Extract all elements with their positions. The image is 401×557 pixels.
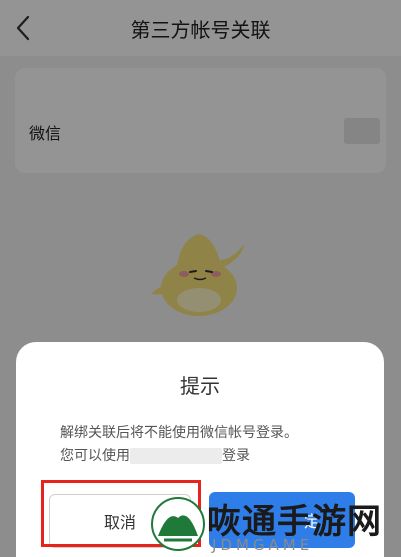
watermark-subtitle: JDMGAME: [212, 536, 314, 554]
blurred-account: [130, 448, 222, 464]
watermark-logo-icon: [151, 497, 205, 551]
dialog-message: 解绑关联后将不能使用微信帐号登录。 您可以使用 登录: [60, 422, 360, 468]
message-prefix: 您可以使用: [60, 448, 130, 464]
dialog-title: 提示: [180, 374, 220, 398]
dialog-message-line2: 您可以使用 登录: [60, 445, 360, 468]
message-suffix: 登录: [222, 448, 250, 464]
dialog-message-line1: 解绑关联后将不能使用微信帐号登录。: [60, 425, 298, 441]
